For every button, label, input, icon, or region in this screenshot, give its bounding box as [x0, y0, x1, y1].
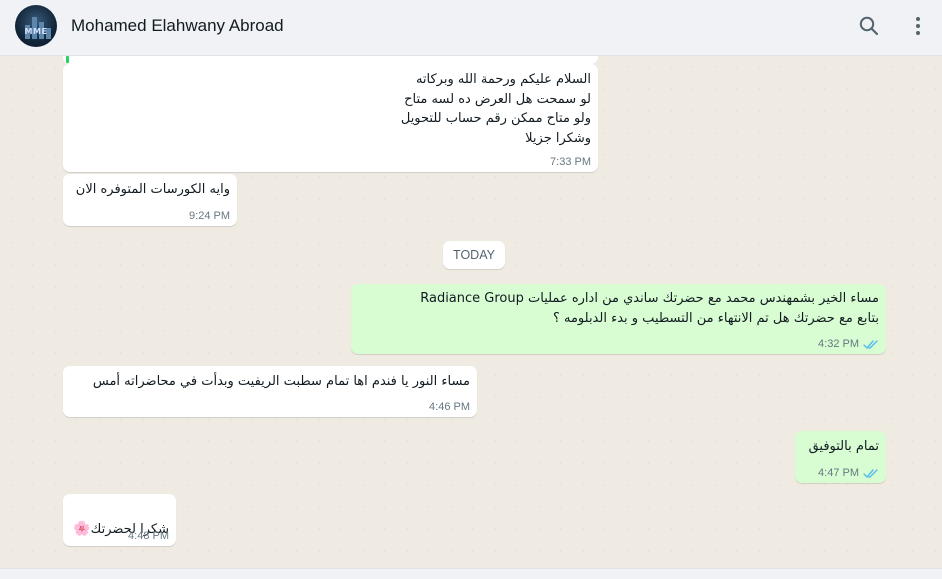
read-receipt-icon — [863, 339, 878, 349]
message-bubble-partial — [63, 56, 598, 64]
message-meta: 4:48 PM — [128, 530, 169, 542]
message-meta: 4:46 PM — [429, 401, 470, 413]
message-time: 4:47 PM — [818, 467, 859, 479]
flower-emoji: 🌸 — [73, 520, 91, 537]
message-meta: 9:24 PM — [189, 210, 230, 222]
contact-avatar[interactable]: MME — [15, 5, 57, 47]
date-separator: TODAY — [443, 241, 505, 269]
quoted-accent-bar — [66, 56, 69, 63]
search-icon[interactable] — [857, 14, 881, 38]
message-time: 4:32 PM — [818, 338, 859, 350]
message-text: مساء الخير بشمهندس محمد مع حضرتك ساندي م… — [420, 291, 879, 326]
message-list[interactable]: السلام عليكم ورحمة الله وبركاته لو سمحت … — [0, 56, 942, 568]
message-text: تمام بالتوفيق — [808, 439, 879, 454]
avatar-logo-text: MME — [24, 27, 48, 36]
message-text: وايه الكورسات المتوفره الان — [75, 182, 230, 197]
incoming-message[interactable]: السلام عليكم ورحمة الله وبركاته لو سمحت … — [63, 64, 598, 172]
message-time: 4:46 PM — [429, 401, 470, 413]
message-meta: 7:33 PM — [550, 156, 591, 168]
contact-name[interactable]: Mohamed Elahwany Abroad — [71, 16, 284, 36]
incoming-message[interactable]: وايه الكورسات المتوفره الان 9:24 PM — [63, 174, 237, 226]
message-time: 9:24 PM — [189, 210, 230, 222]
more-vertical-icon[interactable] — [906, 14, 930, 38]
incoming-message[interactable]: مساء النور يا فندم اها تمام سطبت الريفيت… — [63, 366, 477, 417]
outgoing-message[interactable]: تمام بالتوفيق 4:47 PM — [795, 431, 886, 483]
message-meta: 4:47 PM — [818, 467, 879, 479]
compose-bar-edge — [0, 568, 942, 579]
chat-header: MME Mohamed Elahwany Abroad — [0, 0, 942, 56]
message-time: 7:33 PM — [550, 156, 591, 168]
outgoing-message[interactable]: مساء الخير بشمهندس محمد مع حضرتك ساندي م… — [351, 284, 886, 354]
message-text: مساء النور يا فندم اها تمام سطبت الريفيت… — [92, 374, 470, 389]
incoming-message[interactable]: شكرا لحضرتك🌸 4:48 PM — [63, 494, 176, 546]
message-text: السلام عليكم ورحمة الله وبركاته لو سمحت … — [400, 72, 591, 146]
message-time: 4:48 PM — [128, 530, 169, 542]
read-receipt-icon — [863, 468, 878, 478]
message-meta: 4:32 PM — [818, 338, 879, 350]
